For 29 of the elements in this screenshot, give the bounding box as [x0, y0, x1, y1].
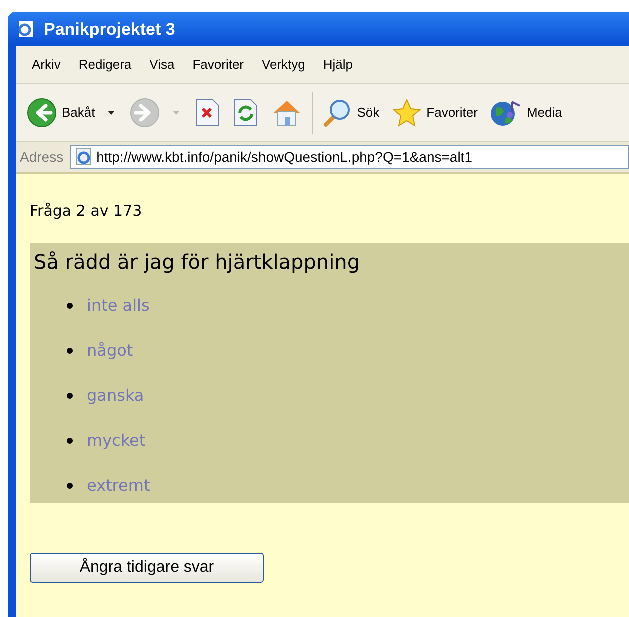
stop-icon	[195, 98, 222, 128]
bullet-icon	[67, 302, 73, 308]
bullet-icon	[67, 482, 73, 488]
bullet-icon	[67, 392, 73, 398]
toolbar-button[interactable]: Sök	[319, 96, 383, 130]
menu-item[interactable]: Hjälp	[315, 54, 361, 74]
page-icon	[74, 148, 93, 166]
caret-icon	[108, 110, 116, 114]
menu-item[interactable]: Visa	[142, 54, 183, 74]
window-title: Panikprojektet 3	[44, 20, 176, 38]
bullet-icon	[67, 348, 73, 354]
question-counter: Fråga 2 av 173	[30, 201, 144, 222]
refresh-icon	[233, 98, 260, 128]
toolbar-button[interactable]: Bakåt	[24, 96, 122, 130]
toolbar-button[interactable]: Favoriter	[388, 96, 481, 130]
menu-item[interactable]: Favoriter	[184, 54, 252, 74]
menu-item[interactable]: Verktyg	[254, 54, 314, 74]
address-label: Adress	[20, 148, 64, 166]
browser-page-icon	[16, 20, 36, 38]
menu-item[interactable]: Redigera	[70, 54, 140, 74]
caret-icon	[173, 110, 180, 114]
bullet-icon	[67, 438, 73, 444]
toolbar-button[interactable]: Media	[486, 96, 566, 130]
address-field[interactable]: http://www.kbt.info/panik/showQuestionL.php?Q=1&ans=alt1	[70, 145, 629, 169]
question-heading: Så rädd är jag för hjärtklappning	[33, 248, 362, 276]
star-icon	[392, 98, 422, 128]
menu-item[interactable]: Arkiv	[24, 54, 69, 74]
undo-button[interactable]: Ångra tidigare svar	[30, 552, 264, 582]
search-icon	[322, 98, 352, 128]
